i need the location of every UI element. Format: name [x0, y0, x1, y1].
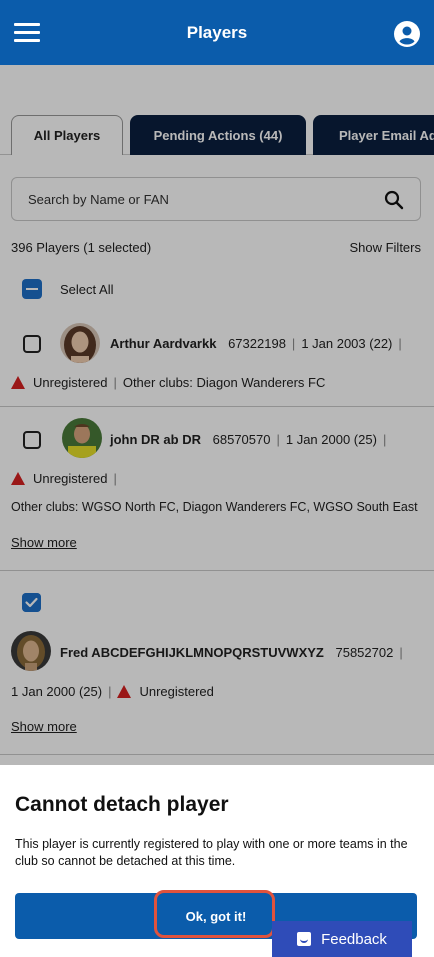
row-divider [0, 570, 434, 571]
app-header: Players [0, 0, 434, 65]
players-content: All Players Pending Actions (44) Player … [0, 65, 434, 765]
player-dob: 1 Jan 2003 (22) [301, 336, 393, 351]
player-info: Arthur Aardvarkk 67322198 | 1 Jan 2003 (22… [110, 336, 402, 351]
profile-icon[interactable] [394, 21, 420, 47]
player-status: Unregistered [139, 684, 214, 699]
player-checkbox[interactable] [23, 335, 41, 353]
search-icon[interactable] [384, 190, 404, 210]
player-avatar [60, 323, 100, 363]
player-count: 396 Players (1 selected) [11, 240, 152, 255]
player-checkbox-checked[interactable] [22, 593, 41, 612]
player-other-clubs: Other clubs: Diagon Wanderers FC [122, 375, 326, 390]
player-status-line: Unregistered | [11, 471, 123, 486]
select-all-label: Select All [60, 281, 114, 297]
player-fan: 68570570 [212, 432, 271, 447]
search-placeholder: Search by Name or FAN [28, 192, 169, 207]
player-other-clubs: Other clubs: WGSO North FC, Diagon Wande… [11, 500, 418, 514]
show-more-link[interactable]: Show more [11, 719, 77, 734]
cannot-detach-dialog: Cannot detach player This player is curr… [0, 765, 434, 957]
player-status: Unregistered [33, 375, 108, 390]
player-status-line: Unregistered | Other clubs: Diagon Wandere… [11, 375, 325, 390]
player-fan: 67322198 [228, 336, 286, 351]
menu-icon[interactable] [14, 23, 40, 43]
tab-player-email[interactable]: Player Email Add [313, 115, 434, 155]
player-avatar [62, 418, 102, 458]
player-info: john DR ab DR 68570570 | 1 Jan 2000 (25) | [110, 432, 387, 447]
feedback-icon [297, 932, 312, 946]
player-info: Fred ABCDEFGHIJKLMNOPQRSTUVWXYZ 75852702… [60, 645, 403, 660]
player-avatar [11, 631, 51, 671]
show-more-link[interactable]: Show more [11, 535, 77, 550]
player-name[interactable]: Arthur Aardvarkk [110, 336, 216, 351]
player-checkbox[interactable] [23, 431, 41, 449]
select-all-row[interactable]: Select All [22, 279, 113, 299]
warning-icon [117, 685, 132, 698]
warning-icon [11, 472, 25, 485]
player-fan: 75852702 [335, 645, 394, 660]
page-title: Players [186, 22, 248, 42]
select-all-checkbox[interactable] [22, 279, 42, 299]
tab-all-players[interactable]: All Players [11, 115, 123, 155]
row-divider [0, 754, 434, 755]
tab-bar: All Players Pending Actions (44) Player … [0, 115, 434, 155]
warning-icon [11, 376, 25, 389]
show-filters-link[interactable]: Show Filters [349, 240, 421, 255]
player-status-line: 1 Jan 2000 (25) | Unregistered [11, 684, 214, 699]
player-name[interactable]: john DR ab DR [110, 432, 201, 447]
tab-pending-actions[interactable]: Pending Actions (44) [130, 115, 306, 155]
player-dob: 1 Jan 2000 (25) [11, 684, 103, 699]
player-status: Unregistered [33, 471, 108, 486]
dialog-message: This player is currently registered to p… [15, 837, 408, 868]
dialog-title: Cannot detach player [15, 793, 229, 816]
player-dob: 1 Jan 2000 (25) [285, 432, 377, 447]
row-divider [0, 406, 434, 407]
modal-overlay [0, 65, 434, 765]
feedback-button[interactable]: Feedback [272, 921, 412, 957]
feedback-label: Feedback [321, 930, 387, 948]
player-name[interactable]: Fred ABCDEFGHIJKLMNOPQRSTUVWXYZ [60, 645, 324, 660]
search-input[interactable]: Search by Name or FAN [11, 177, 421, 221]
